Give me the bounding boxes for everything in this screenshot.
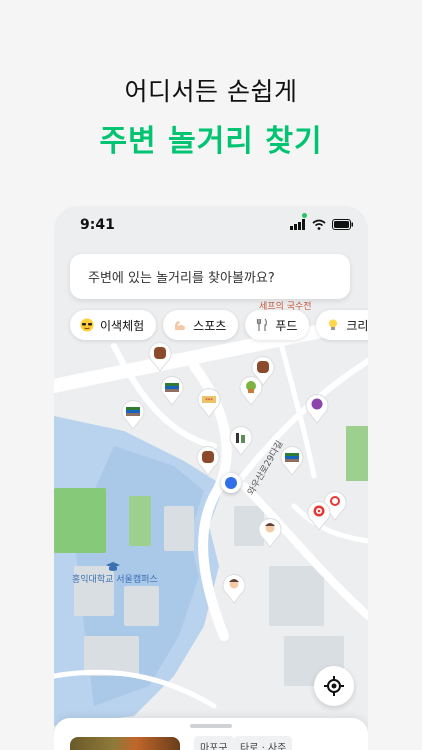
graduation-cap-icon <box>106 558 120 577</box>
chip-food[interactable]: 푸드 <box>245 310 310 340</box>
place-tag: 마포구 <box>194 736 234 750</box>
headline-line1: 어디서든 손쉽게 <box>124 77 298 106</box>
fork-knife-icon <box>255 318 269 332</box>
map-pin-crystal-ball[interactable] <box>304 392 330 424</box>
chip-label: 이색체험 <box>100 318 145 333</box>
wifi-icon <box>312 219 326 230</box>
camera-dot <box>302 213 307 218</box>
sheet-handle[interactable] <box>190 724 232 728</box>
crosshair-icon <box>324 676 344 696</box>
status-time: 9:41 <box>80 217 115 233</box>
map-pin-plant[interactable] <box>238 374 264 406</box>
map-pin-person[interactable] <box>221 572 247 604</box>
map-pin-boxing-glove[interactable] <box>195 444 221 476</box>
chip-label: 스포츠 <box>193 318 227 333</box>
map-pin-boxing-glove[interactable] <box>147 340 173 372</box>
map-pin-ticket[interactable]: *** <box>196 386 222 418</box>
chip-label: 크리 <box>346 318 368 333</box>
current-location-marker <box>221 473 241 493</box>
map-pin-target[interactable] <box>306 499 332 531</box>
signal-icon <box>290 219 305 230</box>
lightbulb-emoji-icon <box>326 318 340 332</box>
promo-headline: 어디서든 손쉽게 주변 놀거리 찾기 <box>0 72 422 160</box>
chip-creative[interactable]: 크리 <box>316 310 368 340</box>
flexed-arm-emoji-icon <box>173 318 187 332</box>
chip-sports[interactable]: 스포츠 <box>163 310 239 340</box>
map-pin-person[interactable] <box>257 516 283 548</box>
sunglasses-emoji-icon <box>80 318 94 332</box>
phone-screen: 세프의 국수전 홍익대학교 서울캠퍼스 와우산로29다길 9:41 주변에 있는… <box>54 206 368 750</box>
status-icons <box>290 219 354 230</box>
place-tag: 타로 · 사주 <box>234 736 293 750</box>
svg-text:***: *** <box>205 398 213 404</box>
status-bar: 9:41 <box>54 206 368 246</box>
map-pin-book[interactable] <box>279 444 305 476</box>
map-pin-book[interactable] <box>120 398 146 430</box>
battery-icon <box>332 219 353 230</box>
bottom-sheet[interactable]: 마포구 타로 · 사주 <box>54 718 368 750</box>
category-chips: 이색체험 스포츠 푸드 크리 <box>70 310 368 340</box>
map-pin-cosmetics[interactable] <box>228 424 254 456</box>
chip-label: 푸드 <box>275 318 298 333</box>
search-input[interactable]: 주변에 있는 놀거리를 찾아볼까요? <box>70 254 350 299</box>
place-thumbnail[interactable] <box>70 737 180 750</box>
chip-experience[interactable]: 이색체험 <box>70 310 157 340</box>
headline-line2: 주변 놀거리 찾기 <box>99 124 323 159</box>
map-pin-book[interactable] <box>159 374 185 406</box>
my-location-button[interactable] <box>314 666 354 706</box>
